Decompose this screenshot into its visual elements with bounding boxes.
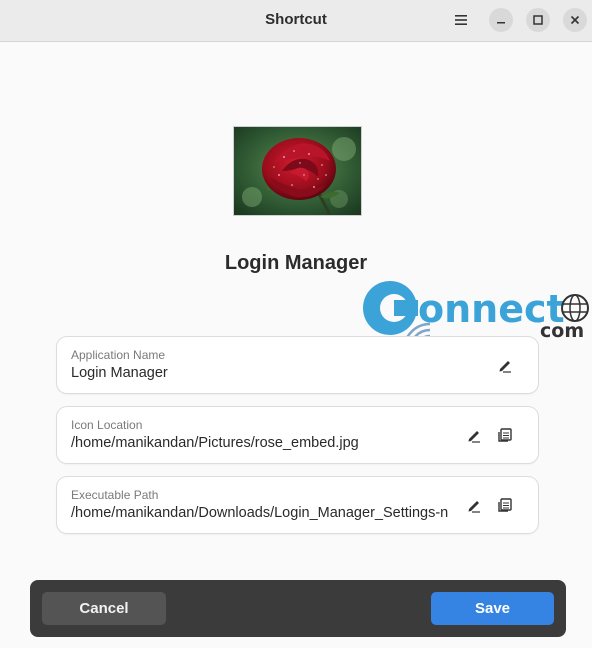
minimize-icon: [497, 22, 505, 24]
copy-button[interactable]: [494, 494, 516, 516]
pencil-icon: [499, 361, 511, 373]
cancel-button[interactable]: Cancel: [42, 592, 166, 625]
action-bar: Cancel Save: [30, 580, 566, 637]
field-value: Login Manager: [71, 365, 168, 381]
close-icon: [570, 15, 580, 25]
icon-location-field[interactable]: Icon Location /home/manikandan/Pictures/…: [57, 407, 538, 463]
main-menu-button[interactable]: [450, 9, 472, 31]
copy-button[interactable]: [494, 424, 516, 446]
title-bar: Shortcut: [0, 0, 592, 42]
field-label: Executable Path: [71, 488, 159, 502]
watermark-sub: com: [540, 320, 584, 342]
edit-button[interactable]: [494, 354, 516, 376]
maximize-icon: [533, 15, 543, 25]
maximize-button[interactable]: [526, 8, 550, 32]
field-label: Application Name: [71, 348, 166, 362]
minimize-button[interactable]: [489, 8, 513, 32]
app-icon-image: [233, 126, 362, 216]
copy-icon: [498, 498, 512, 512]
field-value: /home/manikandan/Downloads/Login_Manager…: [71, 505, 449, 521]
pencil-icon: [468, 431, 480, 443]
save-button[interactable]: Save: [431, 592, 554, 625]
edit-button[interactable]: [463, 424, 485, 446]
rose-photo-icon: [234, 127, 361, 215]
pencil-icon: [468, 501, 480, 513]
executable-path-field[interactable]: Executable Path /home/manikandan/Downloa…: [57, 477, 538, 533]
field-value: /home/manikandan/Pictures/rose_embed.jpg: [71, 435, 359, 451]
application-name-field[interactable]: Application Name Login Manager: [57, 337, 538, 393]
app-title: Login Manager: [224, 252, 368, 274]
field-label: Icon Location: [71, 418, 143, 432]
close-button[interactable]: [563, 8, 587, 32]
copy-icon: [498, 428, 512, 442]
hamburger-menu-icon: [455, 15, 467, 25]
edit-button[interactable]: [463, 494, 485, 516]
shortcut-window: Shortcut Login Manager onnect com Applic…: [0, 0, 592, 648]
